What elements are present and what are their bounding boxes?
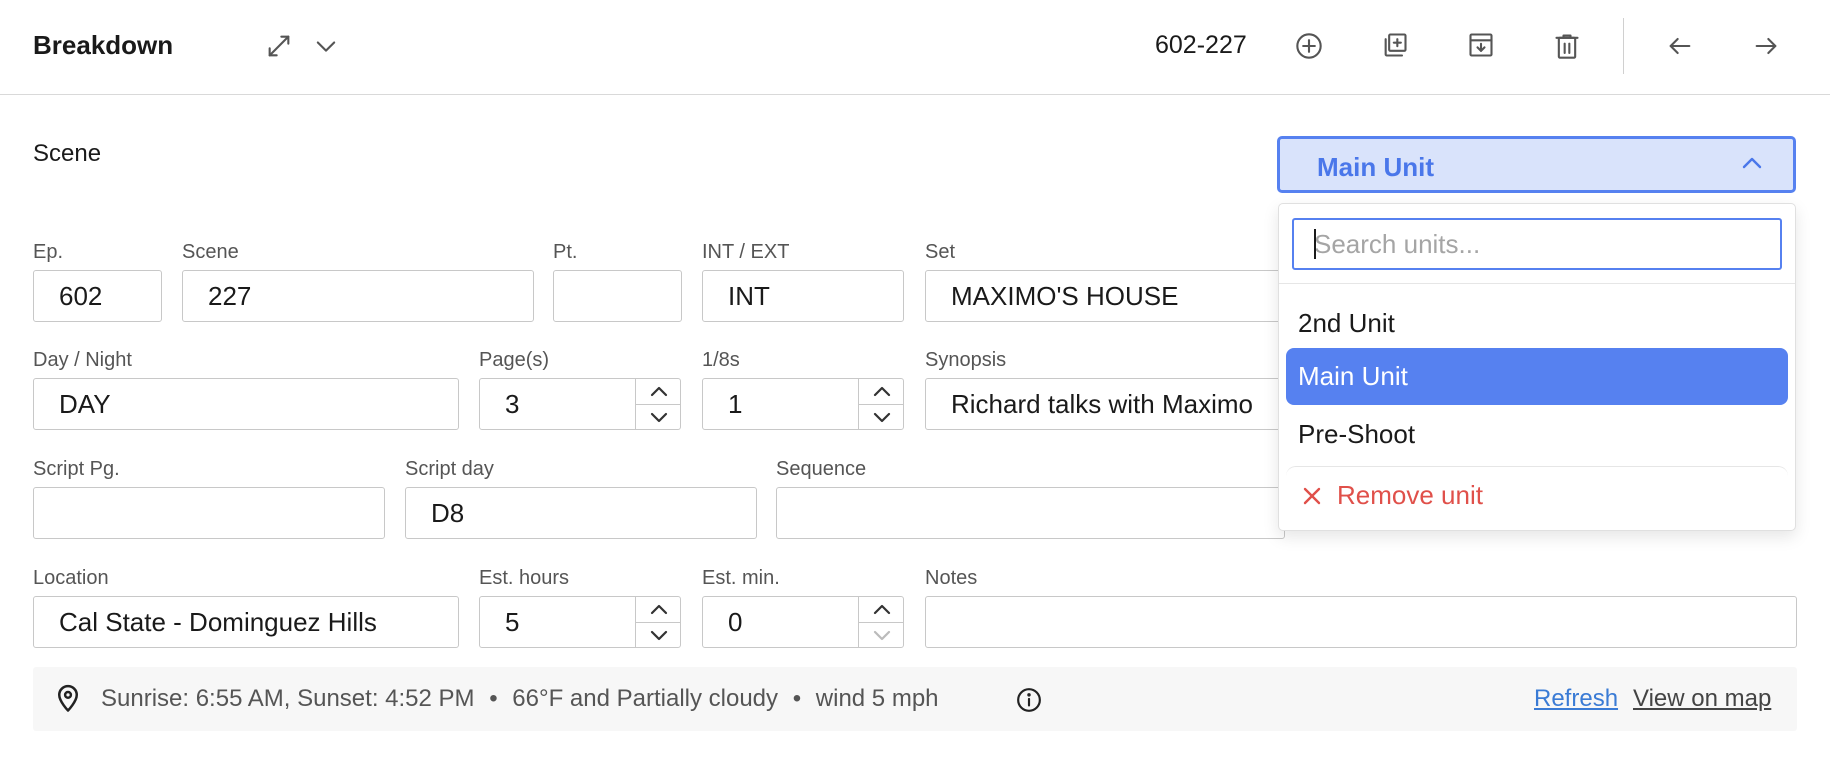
arrow-left-icon[interactable] bbox=[1664, 30, 1696, 62]
info-separator: • bbox=[489, 685, 498, 712]
pt-label: Pt. bbox=[553, 241, 578, 263]
script-pg-field[interactable] bbox=[33, 487, 385, 539]
eighths-decrement-button[interactable] bbox=[859, 403, 904, 431]
est-min-increment-button[interactable] bbox=[859, 596, 904, 622]
remove-unit-label: Remove unit bbox=[1337, 480, 1483, 510]
eighths-increment-button[interactable] bbox=[859, 378, 904, 404]
set-field[interactable]: MAXIMO'S HOUSE bbox=[925, 270, 1285, 322]
info-separator: • bbox=[792, 685, 802, 712]
est-hours-label: Est. hours bbox=[479, 567, 570, 589]
int-ext-label: INT / EXT bbox=[702, 241, 790, 263]
ep-field[interactable]: 602 bbox=[33, 270, 162, 322]
header-divider bbox=[1623, 18, 1624, 74]
archive-icon[interactable] bbox=[1465, 29, 1497, 61]
notes-label: Notes bbox=[925, 567, 978, 589]
close-icon bbox=[1303, 487, 1321, 504]
script-day-label: Script day bbox=[405, 458, 494, 480]
eighths-label: 1/8s bbox=[702, 349, 740, 371]
est-hours-value: 5 bbox=[505, 606, 520, 637]
header-bar: Breakdown 602-227 bbox=[0, 0, 1830, 95]
refresh-link[interactable]: Refresh bbox=[1534, 685, 1618, 713]
dropdown-divider bbox=[1279, 283, 1795, 284]
scene-label: Scene bbox=[182, 241, 239, 263]
pt-field[interactable] bbox=[553, 270, 682, 322]
map-pin-icon bbox=[53, 681, 83, 720]
unit-select-value: Main Unit bbox=[1317, 152, 1434, 182]
ep-label: Ep. bbox=[33, 241, 64, 263]
est-hours-stepper bbox=[635, 596, 681, 648]
synopsis-field[interactable]: Richard talks with Maximo bbox=[925, 378, 1285, 430]
est-min-label: Est. min. bbox=[702, 567, 780, 589]
notes-field[interactable] bbox=[925, 596, 1797, 648]
trash-icon[interactable] bbox=[1551, 30, 1583, 62]
eighths-stepper bbox=[858, 378, 904, 430]
pages-label: Page(s) bbox=[479, 349, 550, 371]
unit-option-2nd-unit[interactable]: 2nd Unit bbox=[1286, 295, 1788, 352]
location-field[interactable]: Cal State - Dominguez Hills bbox=[33, 596, 459, 648]
unit-option-pre-shoot[interactable]: Pre-Shoot bbox=[1286, 406, 1788, 463]
est-hours-decrement-button[interactable] bbox=[636, 621, 681, 649]
weather-summary: Sunrise: 6:55 AM, Sunset: 4:52 PM • 66°F… bbox=[101, 685, 939, 713]
pages-value: 3 bbox=[505, 388, 520, 419]
sun-times: Sunrise: 6:55 AM, Sunset: 4:52 PM bbox=[101, 685, 475, 712]
est-min-decrement-button[interactable] bbox=[859, 621, 904, 649]
day-night-field[interactable]: DAY bbox=[33, 378, 459, 430]
synopsis-label: Synopsis bbox=[925, 349, 1007, 371]
page-title: Breakdown bbox=[33, 30, 174, 60]
chevron-up-icon bbox=[1741, 155, 1763, 176]
arrow-right-icon[interactable] bbox=[1750, 30, 1782, 62]
scene-field[interactable]: 227 bbox=[182, 270, 534, 322]
sequence-label: Sequence bbox=[776, 458, 867, 480]
weather-conditions: 66°F and Partially cloudy bbox=[512, 685, 779, 712]
remove-unit-button[interactable]: Remove unit bbox=[1286, 466, 1788, 524]
script-pg-label: Script Pg. bbox=[33, 458, 120, 480]
view-on-map-link[interactable]: View on map bbox=[1633, 685, 1771, 713]
unit-option-main-unit[interactable]: Main Unit bbox=[1286, 348, 1788, 405]
day-night-label: Day / Night bbox=[33, 349, 132, 371]
scene-code: 602-227 bbox=[1155, 31, 1247, 59]
est-min-stepper bbox=[858, 596, 904, 648]
wind-speed: wind 5 mph bbox=[815, 685, 939, 712]
int-ext-field[interactable]: INT bbox=[702, 270, 904, 322]
expand-icon[interactable] bbox=[263, 30, 295, 62]
unit-search-input[interactable] bbox=[1292, 218, 1782, 270]
script-day-field[interactable]: D8 bbox=[405, 487, 757, 539]
unit-select[interactable]: Main Unit bbox=[1277, 136, 1796, 193]
plus-circle-icon[interactable] bbox=[1293, 30, 1325, 62]
location-label: Location bbox=[33, 567, 109, 589]
est-min-value: 0 bbox=[728, 606, 743, 637]
pages-increment-button[interactable] bbox=[636, 378, 681, 404]
weather-info-bar: Sunrise: 6:55 AM, Sunset: 4:52 PM • 66°F… bbox=[33, 667, 1797, 731]
sequence-field[interactable] bbox=[776, 487, 1285, 539]
text-caret bbox=[1314, 229, 1316, 259]
chevron-down-icon[interactable] bbox=[310, 30, 342, 62]
info-icon[interactable] bbox=[1016, 687, 1042, 718]
section-title: Scene bbox=[33, 140, 102, 167]
duplicate-icon[interactable] bbox=[1379, 29, 1411, 61]
set-label: Set bbox=[925, 241, 956, 263]
unit-dropdown: 2nd Unit Main Unit Pre-Shoot Remove unit bbox=[1278, 203, 1796, 531]
pages-decrement-button[interactable] bbox=[636, 403, 681, 431]
est-hours-increment-button[interactable] bbox=[636, 596, 681, 622]
eighths-value: 1 bbox=[728, 388, 743, 419]
pages-stepper bbox=[635, 378, 681, 430]
